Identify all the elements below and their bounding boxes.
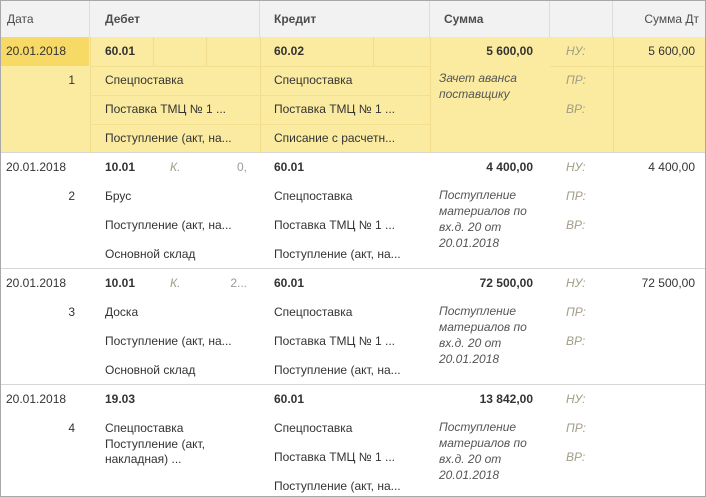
entry-amount: 72 500,00 <box>479 276 533 290</box>
entry-number: 4 <box>68 421 75 435</box>
debit-subconto: Доска <box>105 305 139 319</box>
entry-amount-dt: 72 500,00 <box>641 276 695 290</box>
entry-date: 20.01.2018 <box>6 160 67 174</box>
debit-subconto: Брус <box>105 189 132 203</box>
entry-description: Поступление материалов по вх.д. 20 от 20… <box>439 420 527 482</box>
tax-label: ВР: <box>566 334 586 348</box>
debit-subconto <box>105 472 255 496</box>
table-row[interactable]: 20.01.2018 3 10.01 К. 2... 60.01 72 500,00 НУ: П… <box>1 269 705 385</box>
debit-quantity-flag <box>170 385 200 414</box>
credit-account: 60.01 <box>274 276 305 290</box>
credit-subconto: Спецпоставка <box>274 305 353 319</box>
entry-amount-dt: 5 600,00 <box>648 44 695 58</box>
tax-label: ВР: <box>566 450 586 464</box>
entry-description: Поступление материалов по вх.д. 20 от 20… <box>439 304 527 366</box>
entry-date: 20.01.2018 <box>1 37 89 66</box>
entry-date: 20.01.2018 <box>6 276 67 290</box>
credit-account: 60.02 <box>274 44 305 58</box>
column-header-date[interactable]: Дата <box>1 1 90 37</box>
credit-subconto: Поставка ТМЦ № 1 ... <box>274 450 395 464</box>
debit-quantity: 2... <box>230 276 247 290</box>
tax-label: ПР: <box>566 305 586 319</box>
column-header-debet[interactable]: Дебет <box>90 1 260 37</box>
credit-account: 60.01 <box>274 392 305 406</box>
entry-date: 20.01.2018 <box>6 392 67 406</box>
table-row[interactable]: 20.01.2018 1 60.01 60.02 5 600,00 НУ: ПР: ВР: 5 … <box>1 37 705 153</box>
entry-description: Поступление материалов по вх.д. 20 от 20… <box>439 188 527 250</box>
column-header-kredit[interactable]: Кредит <box>260 1 430 37</box>
debit-account: 60.01 <box>105 44 136 58</box>
credit-account: 60.01 <box>274 160 305 174</box>
tax-label: ВР: <box>566 218 586 232</box>
debit-quantity <box>213 37 247 66</box>
debit-account: 10.01 <box>105 276 136 290</box>
debit-subconto: Основной склад <box>105 247 196 261</box>
column-header-summa-dt[interactable]: Сумма Дт <box>613 1 705 37</box>
debit-account: 10.01 <box>105 160 136 174</box>
credit-subconto: Списание с расчетн... <box>274 131 396 145</box>
debit-quantity-flag: К. <box>170 276 181 290</box>
column-header-tax <box>550 1 613 37</box>
table-row[interactable]: 20.01.2018 4 19.03 60.01 13 842,00 НУ: ПР: ВР: С… <box>1 385 705 496</box>
entry-amount: 5 600,00 <box>486 44 533 58</box>
entry-amount: 13 842,00 <box>479 392 533 406</box>
entry-amount: 4 400,00 <box>486 160 533 174</box>
column-divider <box>373 37 374 66</box>
column-divider <box>206 37 207 66</box>
credit-subconto: Поставка ТМЦ № 1 ... <box>274 218 395 232</box>
tax-label: ПР: <box>566 73 586 87</box>
table-row[interactable]: 20.01.2018 2 10.01 К. 0, 60.01 4 400,00 НУ: ПР: В… <box>1 153 705 269</box>
debit-subconto: Поступление (акт, на... <box>105 218 232 232</box>
credit-subconto: Поступление (акт, на... <box>274 247 401 261</box>
entry-amount-dt: 4 400,00 <box>648 160 695 174</box>
debit-account: 19.03 <box>105 392 136 406</box>
column-divider <box>153 37 154 66</box>
debit-quantity: 0, <box>236 160 247 174</box>
debit-subconto: Поступление (акт, на... <box>105 131 232 145</box>
table-header: Дата Дебет Кредит Сумма Сумма Дт <box>1 1 705 38</box>
tax-label: НУ: <box>566 160 586 174</box>
tax-label: ПР: <box>566 189 586 203</box>
entry-amount-dt <box>613 385 695 414</box>
debit-quantity <box>213 385 247 414</box>
entry-number: 1 <box>68 73 75 87</box>
credit-subconto: Поставка ТМЦ № 1 ... <box>274 334 395 348</box>
entry-number: 3 <box>68 305 75 319</box>
credit-subconto: Спецпоставка <box>274 421 353 435</box>
debit-quantity-flag: К. <box>170 160 181 174</box>
debit-subconto: Основной склад <box>105 363 196 377</box>
entry-number: 2 <box>68 189 75 203</box>
credit-subconto: Поступление (акт, на... <box>274 479 401 493</box>
credit-subconto: Спецпоставка <box>274 73 353 87</box>
tax-label: НУ: <box>566 44 586 58</box>
credit-subconto: Спецпоставка <box>274 189 353 203</box>
debit-subconto: Спецпоставка <box>105 73 184 87</box>
tax-label: НУ: <box>566 276 586 290</box>
entry-description: Зачет аванса поставщику <box>439 71 517 101</box>
tax-label: ВР: <box>566 102 586 116</box>
entries-table: Дата Дебет Кредит Сумма Сумма Дт 20.01.2… <box>0 0 706 497</box>
tax-label: ПР: <box>566 421 586 435</box>
debit-quantity-flag <box>170 37 200 66</box>
debit-subconto: Поступление (акт, на... <box>105 334 232 348</box>
column-header-summa[interactable]: Сумма <box>430 1 550 37</box>
debit-subconto: Поставка ТМЦ № 1 ... <box>105 102 226 116</box>
credit-subconto: Поступление (акт, на... <box>274 363 401 377</box>
debit-subconto: Поступление (акт, накладная) ... <box>105 437 205 466</box>
tax-label: НУ: <box>566 392 586 406</box>
credit-subconto: Поставка ТМЦ № 1 ... <box>274 102 395 116</box>
